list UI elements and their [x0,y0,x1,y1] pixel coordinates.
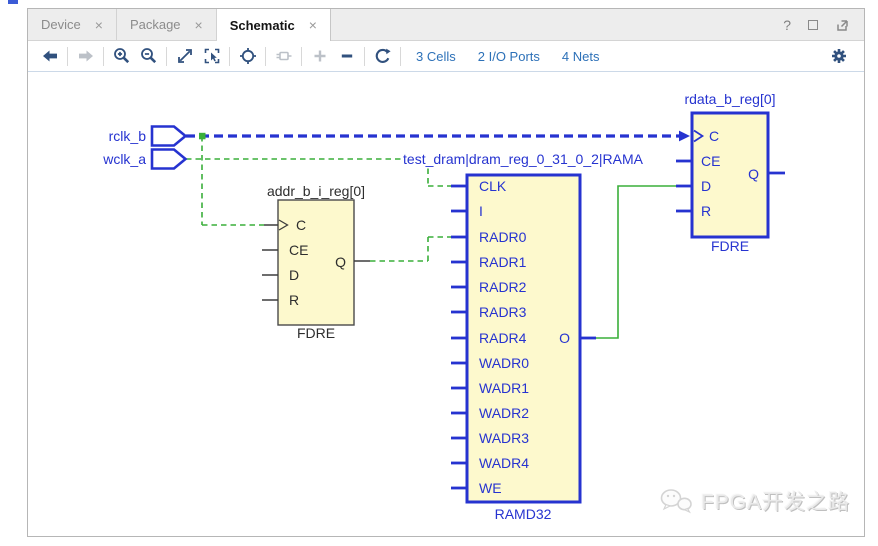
forward-icon[interactable] [72,44,99,68]
toolbar-separator [400,47,401,66]
pin-label-radr3: RADR3 [479,305,526,319]
tab-package-label: Package [130,17,181,32]
toolbar-separator [67,47,68,66]
pin-label-wadr2: WADR2 [479,406,529,420]
toolbar-separator [229,47,230,66]
cell-type-rdata-fdre: FDRE [711,239,749,253]
regenerate-icon[interactable] [369,44,396,68]
schematic-panel: Device × Package × Schematic × ? [27,8,865,537]
pin-label-radr4: RADR4 [479,331,526,345]
maximize-icon[interactable] [808,20,818,30]
pin-label-wadr4: WADR4 [479,456,529,470]
watermark: FPGA开发之路 [658,486,850,516]
tab-schematic-close-icon[interactable]: × [309,18,317,32]
remove-icon[interactable] [333,44,360,68]
cell-type-ramd32: RAMD32 [495,507,552,521]
net-o-to-d[interactable] [596,186,676,338]
window-edge-artifact [8,0,18,4]
net-junction-dot [199,133,206,140]
application-window: Device × Package × Schematic × ? [0,0,878,546]
pin-label-ce: CE [701,154,720,168]
pin-label-d: D [701,179,711,193]
tab-bar: Device × Package × Schematic × ? [28,9,864,41]
toolbar-separator [364,47,365,66]
pin-label-radr2: RADR2 [479,280,526,294]
cell-name-addr_b_i_reg: addr_b_i_reg[0] [267,184,365,198]
nets-link[interactable]: 4 Nets [562,49,600,64]
help-icon[interactable]: ? [783,18,791,32]
pin-label-q: Q [335,255,346,269]
cell-name-rdata_b_reg: rdata_b_reg[0] [684,92,775,106]
zoom-to-selection-icon[interactable] [198,44,225,68]
pin-label-we: WE [479,481,502,495]
net-arrowhead [679,131,690,142]
toolbar-separator [265,47,266,66]
schematic-drawing [28,72,864,536]
net-addr-q-to-radr0[interactable] [370,237,451,261]
port-label-wclk_a: wclk_a [103,152,146,166]
pin-label-radr0: RADR0 [479,230,526,244]
pin-label-r: R [701,204,711,218]
net-rclk_b-branch[interactable] [202,136,264,225]
settings-gear-icon[interactable] [825,44,852,68]
pin-label-wadr1: WADR1 [479,381,529,395]
toolbar-separator [103,47,104,66]
add-icon[interactable] [306,44,333,68]
tab-schematic-label: Schematic [230,18,295,33]
tab-schematic[interactable]: Schematic × [217,9,331,41]
panel-window-controls: ? [783,9,864,40]
zoom-out-icon[interactable] [135,44,162,68]
zoom-in-icon[interactable] [108,44,135,68]
schematic-canvas[interactable]: rclk_b wclk_a addr_b_i_reg[0] FDRE C CE … [28,72,864,536]
autofit-selection-icon[interactable] [234,44,261,68]
cell-type-addr-fdre: FDRE [297,326,335,340]
pin-label-wadr0: WADR0 [479,356,529,370]
schematic-toolbar: 3 Cells 2 I/O Ports 4 Nets [28,41,864,72]
port-rclk_b[interactable] [152,127,186,146]
float-icon[interactable] [835,18,849,32]
tab-device-label: Device [41,17,81,32]
pin-label-r: R [289,293,299,307]
expand-cone-icon[interactable] [270,44,297,68]
watermark-text: FPGA开发之路 [701,486,850,516]
port-label-rclk_b: rclk_b [109,129,146,143]
pin-label-c: C [296,218,306,232]
io-ports-link[interactable]: 2 I/O Ports [478,49,540,64]
port-wclk_a[interactable] [152,150,186,169]
cells-link[interactable]: 3 Cells [416,49,456,64]
pin-label-q: Q [748,167,759,181]
pin-label-wadr3: WADR3 [479,431,529,445]
back-icon[interactable] [36,44,63,68]
pin-label-ce: CE [289,243,308,257]
toolbar-separator [301,47,302,66]
net-label-rama[interactable]: test_dram|dram_reg_0_31_0_2|RAMA [401,151,645,167]
wechat-icon [658,486,694,516]
tab-package[interactable]: Package × [117,9,217,40]
pin-label-d: D [289,268,299,282]
pin-label-clk: CLK [479,179,506,193]
pin-label-radr1: RADR1 [479,255,526,269]
pin-label-i: I [479,204,483,218]
tab-package-close-icon[interactable]: × [195,18,203,32]
tab-device-close-icon[interactable]: × [95,18,103,32]
zoom-fit-icon[interactable] [171,44,198,68]
pin-label-c: C [709,129,719,143]
toolbar-separator [166,47,167,66]
tab-device[interactable]: Device × [28,9,117,40]
pin-label-o: O [559,331,570,345]
